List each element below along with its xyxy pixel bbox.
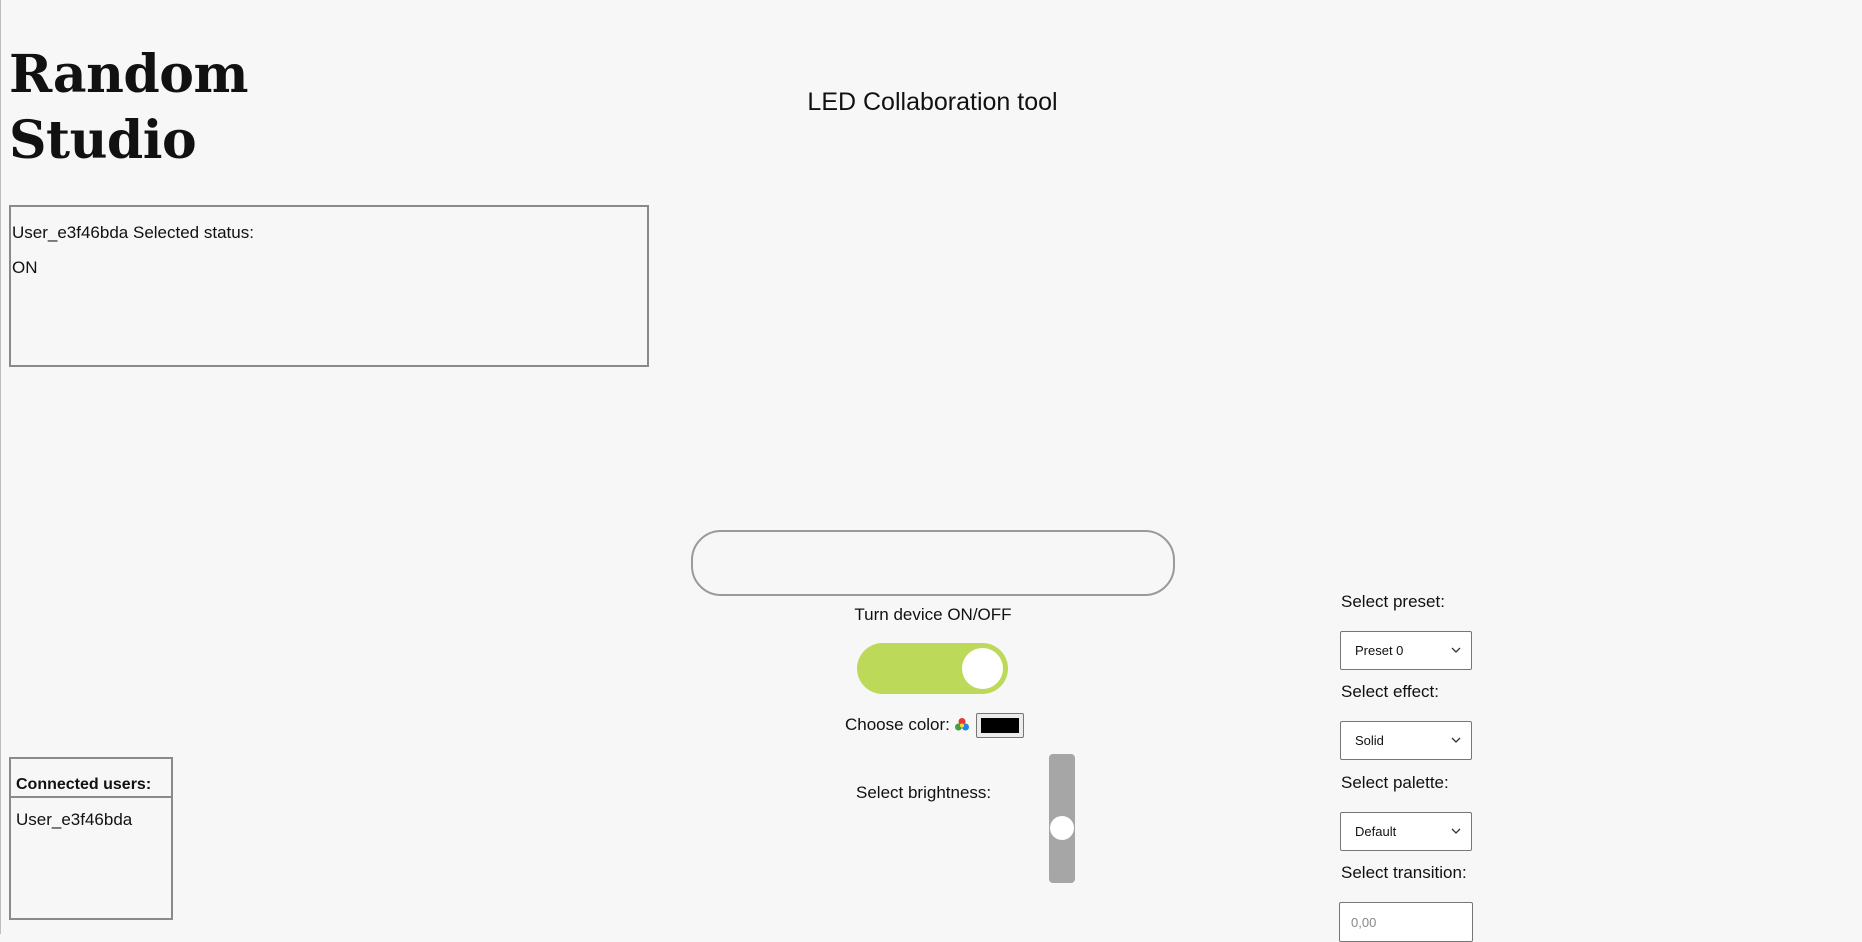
power-toggle[interactable] — [857, 643, 1008, 694]
transition-label: Select transition: — [1341, 863, 1467, 882]
window-left-edge — [0, 0, 1, 934]
transition-input[interactable]: 0,00 — [1339, 902, 1473, 942]
status-heading: User_e3f46bda Selected status: — [12, 223, 254, 242]
onoff-label: Turn device ON/OFF — [854, 605, 1012, 624]
connected-users-heading: Connected users: — [11, 759, 171, 798]
chevron-down-icon — [1451, 737, 1461, 743]
color-row: Choose color: — [845, 712, 1024, 738]
status-value: ON — [12, 258, 38, 277]
chevron-down-icon — [1451, 828, 1461, 834]
palette-select[interactable]: Default — [1340, 812, 1472, 851]
connected-users-panel: Connected users: User_e3f46bda — [9, 757, 173, 920]
toggle-knob — [962, 648, 1003, 689]
brand-line-1: Random — [9, 44, 248, 105]
brightness-label: Select brightness: — [856, 783, 992, 802]
brand-line-2: Studio — [9, 110, 197, 171]
color-picker[interactable] — [975, 712, 1024, 738]
color-label: Choose color: — [845, 715, 950, 734]
effect-select-value: Solid — [1355, 733, 1384, 748]
brightness-slider-thumb[interactable] — [1050, 816, 1074, 840]
message-display — [691, 530, 1175, 596]
color-wheel-icon — [954, 718, 969, 731]
brand-logo: Random Studio — [9, 42, 248, 174]
effect-label: Select effect: — [1341, 682, 1439, 701]
effect-select[interactable]: Solid — [1340, 721, 1472, 760]
list-item: User_e3f46bda — [16, 810, 133, 829]
color-swatch — [980, 717, 1019, 733]
palette-select-value: Default — [1355, 824, 1397, 839]
page-title: LED Collaboration tool — [807, 88, 1058, 116]
chevron-down-icon — [1451, 647, 1461, 653]
preset-select-value: Preset 0 — [1355, 643, 1404, 658]
connected-users-list: User_e3f46bda — [11, 798, 171, 830]
preset-label: Select preset: — [1341, 592, 1445, 611]
preset-select[interactable]: Preset 0 — [1340, 631, 1472, 670]
palette-label: Select palette: — [1341, 773, 1449, 792]
brightness-slider[interactable] — [1049, 754, 1075, 883]
user-status-panel: User_e3f46bda Selected status: ON — [9, 205, 649, 367]
